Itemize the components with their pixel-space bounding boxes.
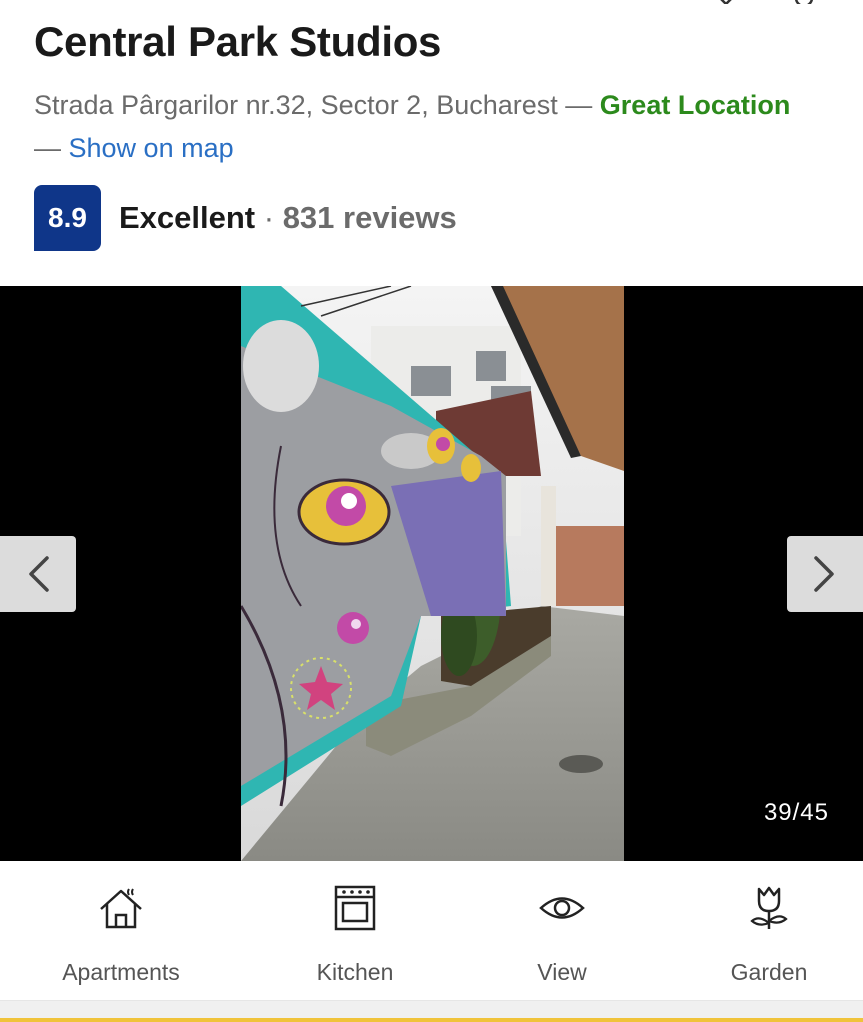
reviews-count-link[interactable]: 831 reviews [283,200,457,235]
oven-icon [334,885,376,931]
photo-counter: 39/45 [763,799,829,826]
facility-label: View [537,959,587,985]
facility-label: Kitchen [316,959,394,985]
tulip-icon [750,886,788,929]
facility-view[interactable]: View [472,883,652,986]
great-location-label: Great Location [599,90,791,120]
facility-apartments[interactable]: Apartments [31,883,211,986]
rating-dot: · [255,200,283,235]
address-text: Strada Pârgarilor nr.32, Sector 2, Bucha… [34,90,558,120]
section-divider [0,1000,863,1019]
review-score-badge: 8.9 [34,185,101,251]
rating-summary[interactable]: 8.9 Excellent · 831 reviews [34,185,457,251]
facility-label: Apartments [62,959,180,985]
chevron-left-icon [29,556,49,592]
facility-kitchen[interactable]: Kitchen [265,883,445,986]
rating-label: Excellent [119,200,256,235]
map-separator: — [34,133,69,163]
gallery-prev-button[interactable] [0,536,76,612]
eye-icon [539,897,585,919]
photo-gallery[interactable]: 39/45 [0,286,863,861]
property-page: Central Park Studios Strada Pârgarilor n… [0,0,863,1022]
property-address-block: Strada Pârgarilor nr.32, Sector 2, Bucha… [34,84,844,170]
top-toolbar-icons[interactable] [716,0,816,4]
facility-label: Garden [730,959,808,985]
gallery-photo[interactable] [241,286,624,861]
gallery-next-button[interactable] [787,536,863,612]
show-on-map-link[interactable]: Show on map [69,133,234,163]
address-separator: — [557,90,600,120]
facility-garden[interactable]: Garden [679,883,859,986]
facilities-bar: Apartments Kitchen View Garden [0,861,863,1001]
accent-line [0,1018,863,1022]
property-title: Central Park Studios [34,18,442,65]
rating-text: Excellent · 831 reviews [119,200,457,236]
chevron-right-icon [814,556,834,592]
house-icon [100,888,142,929]
